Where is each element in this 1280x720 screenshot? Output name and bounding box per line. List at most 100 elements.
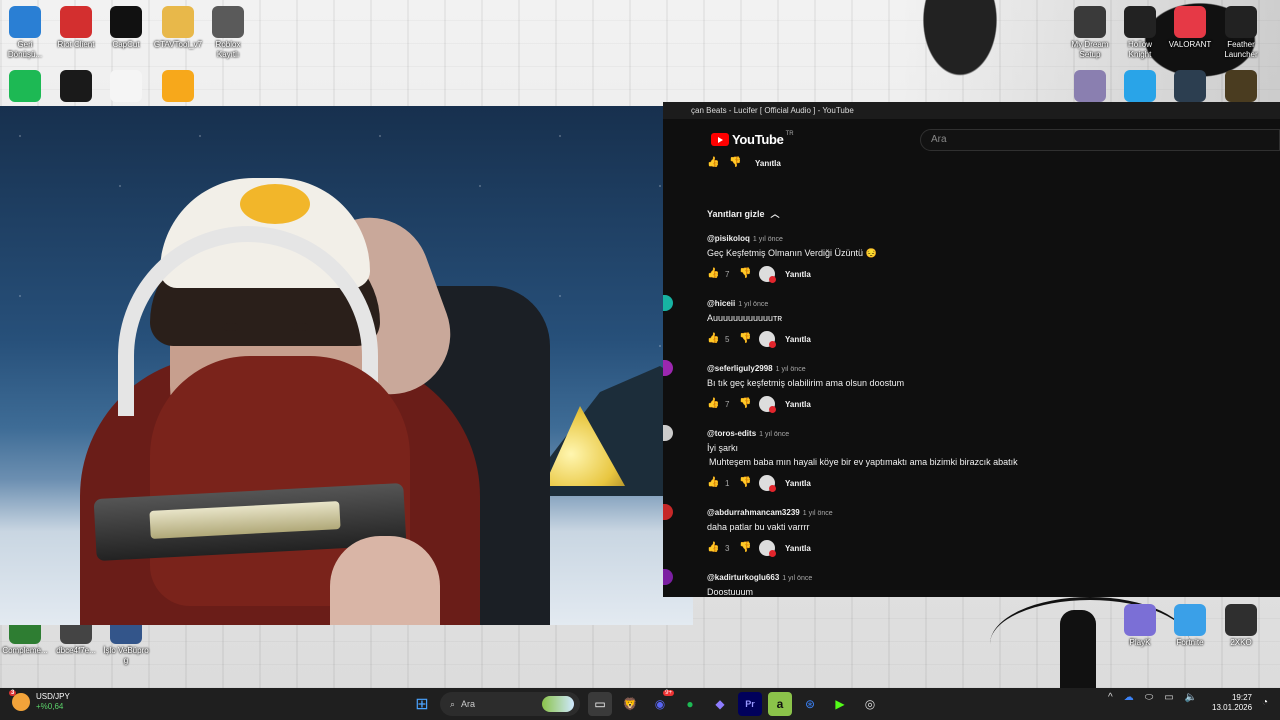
comment-author[interactable]: @seferliguly2998 [707, 364, 773, 373]
comment-text-line2: Muhteşem baba mın hayali köye bir ev yap… [709, 457, 1018, 467]
like-icon[interactable]: 👍 [707, 542, 721, 554]
network-app-icon[interactable]: ⊛ [798, 692, 822, 716]
like-icon[interactable]: 👍 [707, 398, 721, 410]
obs-icon[interactable]: ◎ [858, 692, 882, 716]
tray-app-icon[interactable]: ⬭ [1145, 692, 1154, 703]
league-of-legends-icon[interactable] [1162, 70, 1218, 102]
comment-author[interactable]: @hiceii [707, 299, 735, 308]
search-input[interactable]: Ara [920, 129, 1280, 151]
desktop-icon[interactable]: GTAVTool_v7 [150, 6, 206, 50]
chevron-up-icon[interactable]: ^ [1108, 692, 1113, 703]
hide-replies-button[interactable]: Yanıtları gizle ︿ [707, 207, 780, 220]
youtube-logo[interactable]: YouTube TR [711, 130, 794, 147]
like-count: 7 [725, 399, 730, 409]
premiere-pro-icon[interactable]: Pr [738, 692, 762, 716]
desktop-icon[interactable]: My Dream Setup [1062, 6, 1118, 60]
reply-button[interactable]: Yanıtla [785, 544, 811, 553]
task-view-icon[interactable]: ▭ [588, 692, 612, 716]
country-code: TR [785, 130, 794, 137]
brave-browser-icon[interactable]: 🦁 [618, 692, 642, 716]
editor-app-icon[interactable]: a [768, 692, 792, 716]
reply-button[interactable]: Yanıtla [785, 270, 811, 279]
geometry-dash-icon[interactable] [1112, 70, 1168, 102]
comment-time[interactable]: 1 yıl önce [776, 366, 806, 373]
ticker-badge: 3 [9, 690, 17, 696]
desktop-icon[interactable]: Feather Launcher [1213, 6, 1269, 60]
youtube-window[interactable]: çan Beats - Lucifer [ Official Audio ] -… [663, 102, 1280, 597]
creator-heart-avatar [759, 331, 776, 348]
speaker-icon[interactable]: 🔈 [1185, 692, 1197, 703]
comment-time[interactable]: 1 yıl önce [803, 510, 833, 517]
comment-author[interactable]: @abdurrahmancam3239 [707, 508, 800, 517]
desktop-icon[interactable] [150, 70, 206, 104]
desktop-icon-label: İşlo VeBüpro g [103, 646, 149, 665]
desktop-icon[interactable]: Fortnite [1162, 604, 1218, 648]
time: 19:27 [1231, 693, 1252, 702]
yellow-launcher-glyph [1225, 70, 1257, 102]
ticker-icon: 3 [9, 690, 30, 711]
comment-header: @abdurrahmancam3239 1 yıl önce [707, 508, 833, 517]
desktop-icon-label: CapCut [112, 40, 140, 49]
desktop-icon-label: Feather Launcher [1224, 40, 1258, 59]
reply-button[interactable]: Yanıtla [785, 335, 811, 344]
like-icon[interactable]: 👍 [707, 333, 721, 345]
monitor-icon[interactable]: ▭ [1164, 692, 1173, 703]
streamlabs-icon [60, 70, 92, 102]
desktop-icon[interactable] [48, 70, 104, 104]
streamlabs-icon[interactable]: ▶ [828, 692, 852, 716]
window-title: çan Beats - Lucifer [ Official Audio ] -… [663, 102, 1280, 119]
like-count: 5 [725, 334, 730, 344]
comment-actions: 👍 7 👎 Yanıtla [707, 266, 811, 283]
dislike-icon[interactable]: 👎 [739, 333, 753, 345]
desktop-icon[interactable]: CapCut [98, 6, 154, 50]
hollow-knight-icon [1124, 6, 1156, 38]
reply-button[interactable]: Yanıtla [785, 400, 811, 409]
reply-button[interactable]: Yanıtla [785, 479, 811, 488]
like-icon[interactable]: 👍 [707, 157, 721, 169]
desktop-icon[interactable] [0, 70, 53, 104]
desktop-icon[interactable]: PlayK [1112, 604, 1168, 648]
comment-time[interactable]: 1 yıl önce [782, 575, 812, 582]
desktop-icon[interactable]: Riot Client [48, 6, 104, 50]
desktop-icon-label: Fortnite [1176, 638, 1204, 647]
reply-button[interactable]: Yanıtla [755, 159, 781, 168]
desktop-icon[interactable]: 2XKO [1213, 604, 1269, 648]
comment-author[interactable]: @toros-edits [707, 429, 756, 438]
dislike-icon[interactable]: 👎 [729, 157, 743, 169]
desktop-icon[interactable] [98, 70, 154, 104]
like-count: 7 [725, 269, 730, 279]
comment-time[interactable]: 1 yıl önce [753, 236, 783, 243]
like-icon[interactable]: 👍 [707, 268, 721, 280]
desktop-icon[interactable]: Roblox Kayıtlı [200, 6, 256, 60]
clock[interactable]: 19:27 13.01.2026 [1212, 693, 1252, 713]
taskbar-search[interactable]: ⌕ Ara [440, 692, 580, 716]
discord-icon[interactable]: ◉ 9+ [648, 690, 674, 716]
folder-icon [162, 6, 194, 38]
dislike-icon[interactable]: 👎 [739, 542, 753, 554]
windows-start-icon[interactable]: ⊞ [410, 692, 434, 716]
desktop-icon[interactable]: Geri Dönüşü... [0, 6, 53, 60]
dislike-icon[interactable]: 👎 [739, 477, 753, 489]
ticker-widget[interactable]: 3 USD/JPY +%0,64 [9, 690, 70, 712]
comment-time[interactable]: 1 yıl önce [738, 301, 768, 308]
desktop-icon[interactable]: VALORANT [1162, 6, 1218, 50]
window-left-edge [663, 119, 693, 597]
desktop-icon-label: GTAVTool_v7 [153, 40, 203, 49]
comment-author[interactable]: @kadirturkoglu663 [707, 573, 779, 582]
yellow-launcher-icon[interactable] [1213, 70, 1269, 102]
dislike-icon[interactable]: 👎 [739, 398, 753, 410]
comment-actions: 👍 3 👎 Yanıtla [707, 540, 811, 557]
like-icon[interactable]: 👍 [707, 477, 721, 489]
comment-author[interactable]: @pisikoloq [707, 234, 750, 243]
app-icon[interactable]: ◆ [708, 692, 732, 716]
spotify-icon[interactable]: ● [678, 692, 702, 716]
onedrive-icon[interactable]: ☁ [1124, 692, 1134, 703]
desktop-icon[interactable]: Hollow Knight [1112, 6, 1168, 60]
rockstar-icon [162, 70, 194, 102]
comment-time[interactable]: 1 yıl önce [759, 431, 789, 438]
notification-icon[interactable]: ◔ [1262, 697, 1268, 708]
ticker-change: +%0,64 [36, 702, 64, 711]
comment-header: @pisikoloq 1 yıl önce [707, 234, 877, 243]
dislike-icon[interactable]: 👎 [739, 268, 753, 280]
overwolf-icon[interactable] [1062, 70, 1118, 102]
